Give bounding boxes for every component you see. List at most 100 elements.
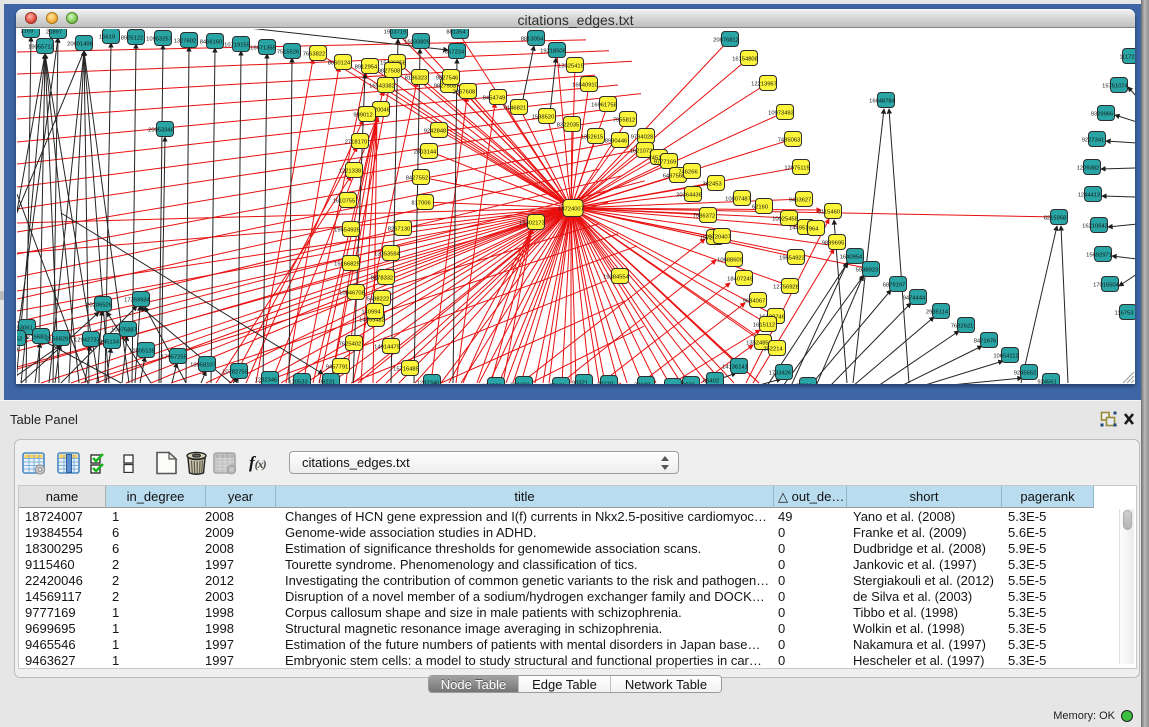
svg-text:130221: 130221 xyxy=(482,384,501,385)
svg-text:2169: 2169 xyxy=(21,29,34,35)
svg-text:9827508: 9827508 xyxy=(378,69,401,75)
svg-text:120533: 120533 xyxy=(288,380,307,385)
svg-text:9899695: 9899695 xyxy=(822,241,845,247)
svg-text:9777169: 9777169 xyxy=(654,160,677,166)
svg-text:8186323: 8186323 xyxy=(405,76,428,82)
svg-text:9245652: 9245652 xyxy=(1014,371,1037,377)
svg-text:382453: 382453 xyxy=(702,182,721,188)
svg-text:2156829: 2156829 xyxy=(46,337,69,343)
svg-text:7955812: 7955812 xyxy=(613,118,636,124)
svg-text:9684067: 9684067 xyxy=(743,299,766,305)
svg-text:19055712: 19055712 xyxy=(28,45,54,51)
svg-text:8322035: 8322035 xyxy=(557,123,580,129)
svg-text:8454749: 8454749 xyxy=(483,96,506,102)
svg-text:7515526: 7515526 xyxy=(277,50,300,56)
svg-text:9827546: 9827546 xyxy=(436,76,459,82)
svg-text:14914479: 14914479 xyxy=(374,345,400,351)
svg-text:20897: 20897 xyxy=(46,30,62,36)
svg-text:20876812: 20876812 xyxy=(713,38,739,44)
svg-text:20364436: 20364436 xyxy=(676,193,702,199)
svg-text:924561: 924561 xyxy=(1037,380,1056,385)
svg-text:77120: 77120 xyxy=(549,384,565,385)
svg-text:19384554: 19384554 xyxy=(603,275,630,281)
svg-text:1145134: 1145134 xyxy=(97,340,120,346)
svg-text:817006: 817006 xyxy=(411,201,430,207)
svg-text:15692971: 15692971 xyxy=(1086,253,1112,259)
svg-text:2803144: 2803144 xyxy=(414,150,437,156)
svg-text:8990446: 8990446 xyxy=(605,139,628,145)
svg-text:12213967: 12213967 xyxy=(751,82,777,88)
svg-text:881201: 881201 xyxy=(510,383,529,385)
svg-text:19654923: 19654923 xyxy=(779,256,805,262)
svg-text:7625402: 7625402 xyxy=(339,342,362,348)
svg-text:90321: 90321 xyxy=(572,381,588,385)
svg-text:8813054: 8813054 xyxy=(521,37,544,43)
svg-text:140994: 140994 xyxy=(361,310,381,316)
svg-text:8660124: 8660124 xyxy=(328,61,351,67)
svg-text:9146821: 9146821 xyxy=(504,106,527,112)
svg-text:8878332: 8878332 xyxy=(371,276,394,282)
svg-text:1615112: 1615112 xyxy=(753,323,775,329)
svg-text:10973493: 10973493 xyxy=(768,111,794,117)
svg-text:1221338: 1221338 xyxy=(339,169,362,175)
svg-text:9227341: 9227341 xyxy=(1082,138,1105,144)
svg-text:12505135: 12505135 xyxy=(129,349,155,355)
svg-text:2935114: 2935114 xyxy=(926,310,949,316)
svg-text:252214: 252214 xyxy=(763,347,783,353)
svg-text:16154808: 16154808 xyxy=(732,57,758,63)
svg-text:8267130: 8267130 xyxy=(388,227,411,233)
svg-text:12756928: 12756928 xyxy=(773,285,799,291)
svg-text:8215958: 8215958 xyxy=(1044,216,1067,222)
svg-text:16640910: 16640910 xyxy=(572,83,598,89)
svg-text:1362615: 1362615 xyxy=(581,135,604,141)
svg-text:1244413: 1244413 xyxy=(1078,193,1101,199)
svg-text:10975887: 10975887 xyxy=(111,328,137,334)
svg-text:1282346: 1282346 xyxy=(255,378,278,384)
svg-text:7485063: 7485063 xyxy=(778,138,801,144)
svg-text:9329966: 9329966 xyxy=(1091,112,1114,118)
svg-text:12975115: 12975115 xyxy=(784,166,809,172)
svg-text:1327602: 1327602 xyxy=(174,39,197,45)
svg-text:18407249: 18407249 xyxy=(727,277,753,283)
svg-text:1610755: 1610755 xyxy=(333,199,356,205)
svg-text:13325419: 13325419 xyxy=(558,64,584,70)
svg-text:44120: 44120 xyxy=(597,382,613,385)
svg-text:9474444: 9474444 xyxy=(903,296,926,302)
svg-text:10782759: 10782759 xyxy=(222,370,248,376)
svg-text:9794028: 9794028 xyxy=(631,135,654,141)
svg-text:1282346: 1282346 xyxy=(417,381,440,385)
svg-text:10654112: 10654112 xyxy=(993,354,1018,360)
svg-text:989012: 989012 xyxy=(353,113,372,119)
svg-text:881354: 881354 xyxy=(446,30,466,36)
svg-text:66402: 66402 xyxy=(703,379,719,385)
svg-text:15716485: 15716485 xyxy=(393,367,419,373)
svg-text:9457791: 9457791 xyxy=(326,365,349,371)
svg-text:16033809: 16033809 xyxy=(404,40,430,46)
svg-text:7964: 7964 xyxy=(806,227,820,233)
svg-text:10807487: 10807487 xyxy=(725,197,751,203)
svg-text:9242848: 9242848 xyxy=(424,129,447,135)
svg-text:215682: 215682 xyxy=(27,335,46,341)
svg-text:19218506: 19218506 xyxy=(540,49,566,55)
svg-text:10958107: 10958107 xyxy=(190,363,216,369)
svg-text:8925122: 8925122 xyxy=(121,36,144,42)
svg-text:1621072: 1621072 xyxy=(630,149,653,155)
svg-text:391152: 391152 xyxy=(17,337,22,343)
svg-text:8427552: 8427552 xyxy=(406,176,429,182)
svg-text:5938923: 5938923 xyxy=(856,268,879,274)
svg-text:15751074: 15751074 xyxy=(1102,84,1129,90)
svg-text:7663822: 7663822 xyxy=(303,52,326,58)
svg-text:17016504: 17016504 xyxy=(1093,283,1120,289)
svg-text:2718170: 2718170 xyxy=(345,140,368,146)
svg-text:10688609: 10688609 xyxy=(717,258,743,264)
svg-text:62160: 62160 xyxy=(752,205,768,211)
svg-text:10719155: 10719155 xyxy=(224,43,250,49)
svg-text:9463627: 9463627 xyxy=(789,198,812,204)
svg-text:20206526: 20206526 xyxy=(86,303,112,309)
svg-text:15720407: 15720407 xyxy=(705,235,731,241)
svg-text:16961758: 16961758 xyxy=(591,103,617,109)
svg-text:11172: 11172 xyxy=(1119,55,1134,61)
svg-text:10046708: 10046708 xyxy=(339,291,365,297)
svg-text:19166825: 19166825 xyxy=(334,262,360,268)
svg-text:18724007: 18724007 xyxy=(558,207,584,213)
